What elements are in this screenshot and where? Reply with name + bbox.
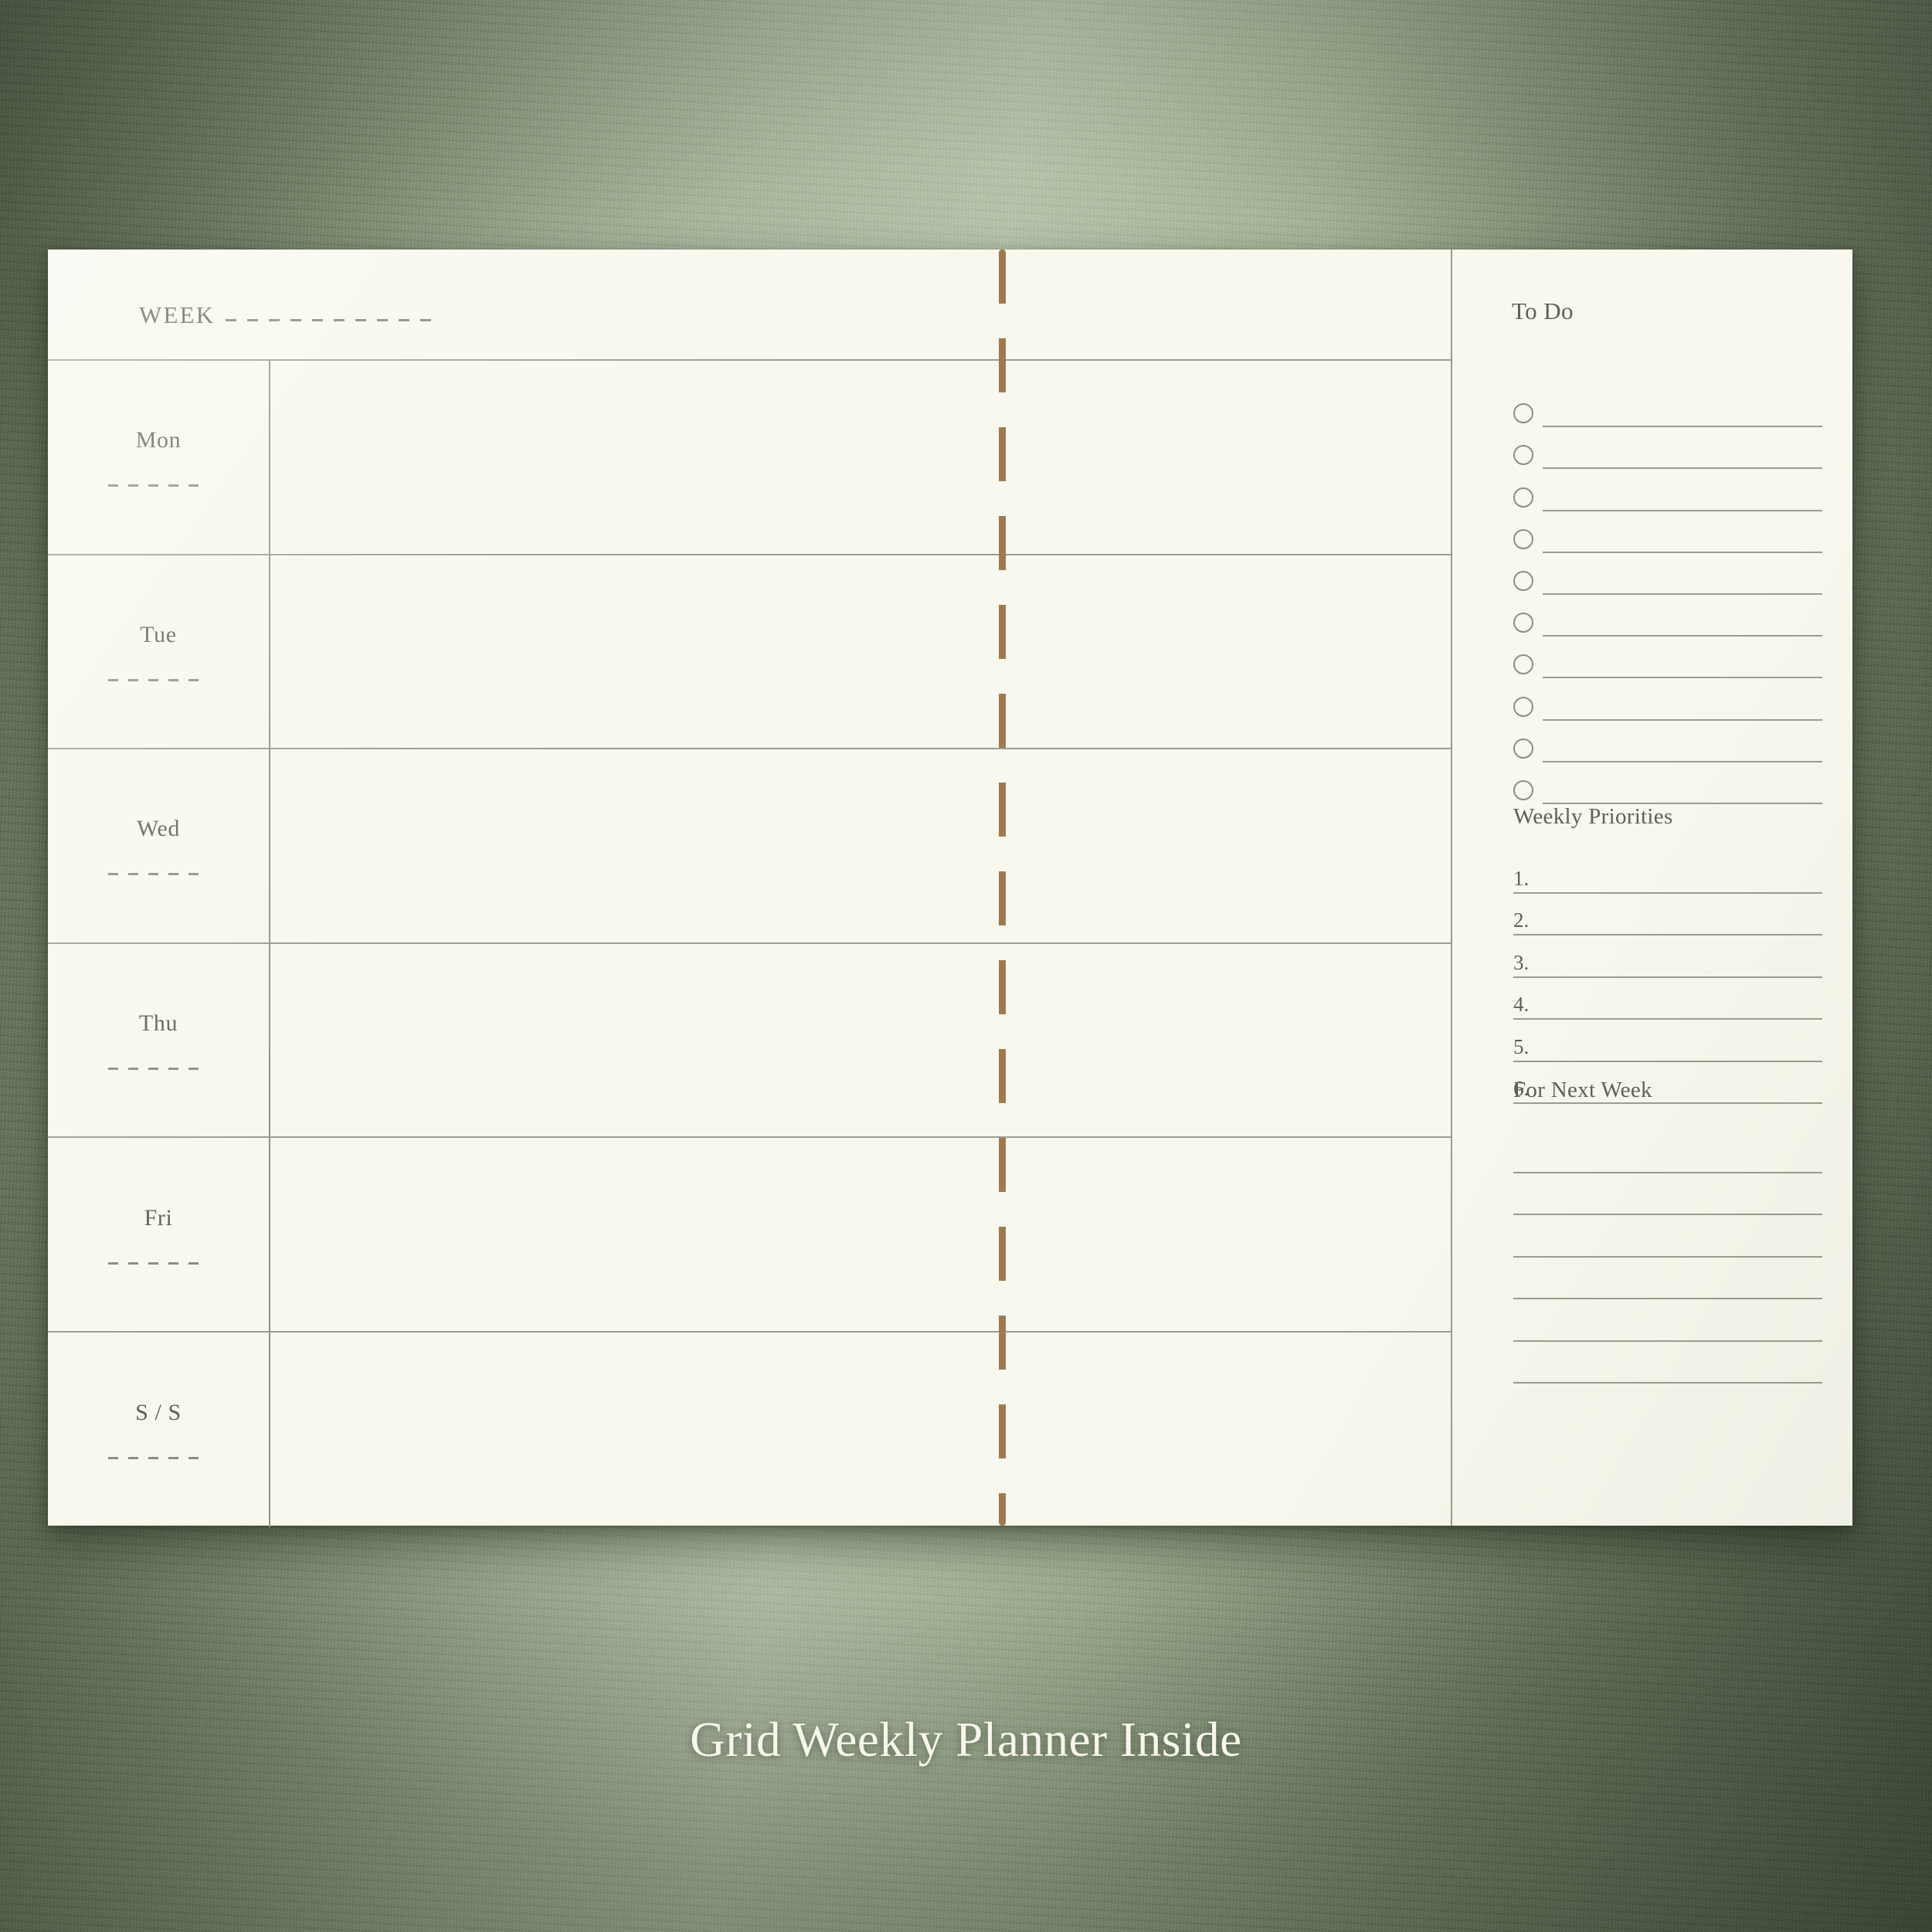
todo-writeline[interactable] — [1543, 635, 1822, 637]
checkbox-circle-icon[interactable] — [1513, 696, 1533, 717]
priority-number: 4. — [1513, 993, 1530, 1016]
day-date-dashed-line[interactable] — [108, 678, 209, 681]
day-notes-field[interactable] — [270, 1333, 1451, 1527]
priority-item[interactable]: 2. — [1513, 894, 1822, 935]
day-date-dashed-line[interactable] — [108, 1457, 209, 1460]
priority-number: 2. — [1513, 908, 1530, 932]
day-name: Tue — [140, 621, 177, 647]
day-name: Fri — [144, 1204, 173, 1231]
next-week-writeline[interactable] — [1513, 1299, 1822, 1342]
todo-writeline[interactable] — [1543, 426, 1822, 428]
day-row: S / S — [48, 1332, 1451, 1527]
day-notes-field[interactable] — [270, 555, 1451, 749]
day-date-dashed-line[interactable] — [108, 484, 209, 487]
todo-item[interactable] — [1513, 429, 1822, 470]
priority-item[interactable]: 1. — [1513, 851, 1822, 894]
priority-number: 1. — [1513, 866, 1530, 890]
todo-writeline[interactable] — [1543, 677, 1822, 679]
day-label-cell: Thu — [48, 943, 270, 1137]
checkbox-circle-icon[interactable] — [1513, 613, 1533, 633]
todo-list — [1513, 387, 1822, 806]
product-caption: Grid Weekly Planner Inside — [690, 1713, 1242, 1767]
day-date-dashed-line[interactable] — [108, 873, 209, 876]
weekly-day-grid: Mon Tue Wed Thu Fri S / S — [48, 359, 1451, 1527]
day-name: S / S — [135, 1400, 182, 1426]
todo-writeline[interactable] — [1543, 551, 1822, 553]
priority-item[interactable]: 4. — [1513, 978, 1822, 1020]
todo-writeline[interactable] — [1543, 593, 1822, 595]
todo-writeline[interactable] — [1543, 718, 1822, 721]
day-notes-field[interactable] — [270, 944, 1451, 1137]
todo-item[interactable] — [1513, 596, 1822, 638]
priority-item[interactable]: 5. — [1513, 1020, 1822, 1062]
week-dashed-writeline[interactable] — [226, 319, 433, 321]
day-label-cell: Tue — [48, 555, 270, 749]
for-next-week-section: For Next Week — [1513, 1078, 1822, 1384]
day-row: Thu — [48, 943, 1451, 1139]
weekly-priorities-list: 1. 2. 3. 4. 5. 6. — [1513, 851, 1822, 1104]
day-row: Wed — [48, 749, 1451, 944]
day-row: Fri — [48, 1138, 1451, 1333]
next-week-writeline[interactable] — [1513, 1173, 1822, 1215]
day-date-dashed-line[interactable] — [108, 1261, 209, 1265]
todo-item[interactable] — [1513, 722, 1822, 764]
priority-item[interactable]: 3. — [1513, 935, 1822, 978]
priority-number: 5. — [1513, 1034, 1530, 1058]
day-label-cell: S / S — [48, 1332, 270, 1527]
todo-writeline[interactable] — [1543, 509, 1822, 511]
day-name: Mon — [135, 427, 182, 453]
day-name: Wed — [136, 816, 181, 842]
todo-item[interactable] — [1513, 387, 1822, 429]
day-label-cell: Mon — [48, 361, 270, 554]
for-next-week-list — [1513, 1131, 1822, 1384]
checkbox-circle-icon[interactable] — [1513, 654, 1533, 675]
week-header: WEEK — [139, 301, 433, 329]
planner-sidebar: Weekly Priorities 1. 2. 3. 4. 5. 6. For … — [1451, 250, 1852, 1526]
todo-item[interactable] — [1513, 638, 1822, 680]
todo-item[interactable] — [1513, 764, 1822, 806]
planner-page: WEEK To Do Mon Tue Wed Thu Fri S / S Wee… — [48, 250, 1852, 1527]
todo-item[interactable] — [1513, 680, 1822, 722]
day-date-dashed-line[interactable] — [108, 1068, 209, 1071]
week-label: WEEK — [139, 301, 216, 328]
checkbox-circle-icon[interactable] — [1513, 487, 1533, 508]
checkbox-circle-icon[interactable] — [1513, 528, 1533, 549]
checkbox-circle-icon[interactable] — [1513, 738, 1533, 759]
next-week-writeline[interactable] — [1513, 1342, 1822, 1384]
for-next-week-title: For Next Week — [1513, 1078, 1652, 1102]
todo-item[interactable] — [1513, 470, 1822, 512]
next-week-writeline[interactable] — [1513, 1131, 1822, 1173]
todo-item[interactable] — [1513, 555, 1822, 596]
weekly-priorities-title: Weekly Priorities — [1513, 804, 1673, 829]
day-name: Thu — [138, 1010, 178, 1037]
weekly-priorities-section: Weekly Priorities 1. 2. 3. 4. 5. 6. — [1513, 804, 1822, 1104]
day-notes-field[interactable] — [270, 1138, 1451, 1331]
todo-writeline[interactable] — [1543, 467, 1822, 470]
day-row: Mon — [48, 361, 1451, 555]
priority-number: 3. — [1513, 950, 1530, 974]
day-row: Tue — [48, 555, 1451, 750]
next-week-writeline[interactable] — [1513, 1258, 1822, 1299]
day-label-cell: Wed — [48, 749, 270, 942]
checkbox-circle-icon[interactable] — [1513, 570, 1533, 591]
day-notes-field[interactable] — [270, 361, 1451, 554]
checkbox-circle-icon[interactable] — [1513, 445, 1533, 466]
checkbox-circle-icon[interactable] — [1513, 403, 1533, 424]
next-week-writeline[interactable] — [1513, 1215, 1822, 1258]
day-notes-field[interactable] — [270, 749, 1451, 942]
todo-item[interactable] — [1513, 513, 1822, 555]
center-fold-dashed-line — [999, 250, 1006, 1526]
day-label-cell: Fri — [48, 1138, 270, 1331]
checkbox-circle-icon[interactable] — [1513, 779, 1533, 800]
todo-writeline[interactable] — [1543, 760, 1822, 762]
